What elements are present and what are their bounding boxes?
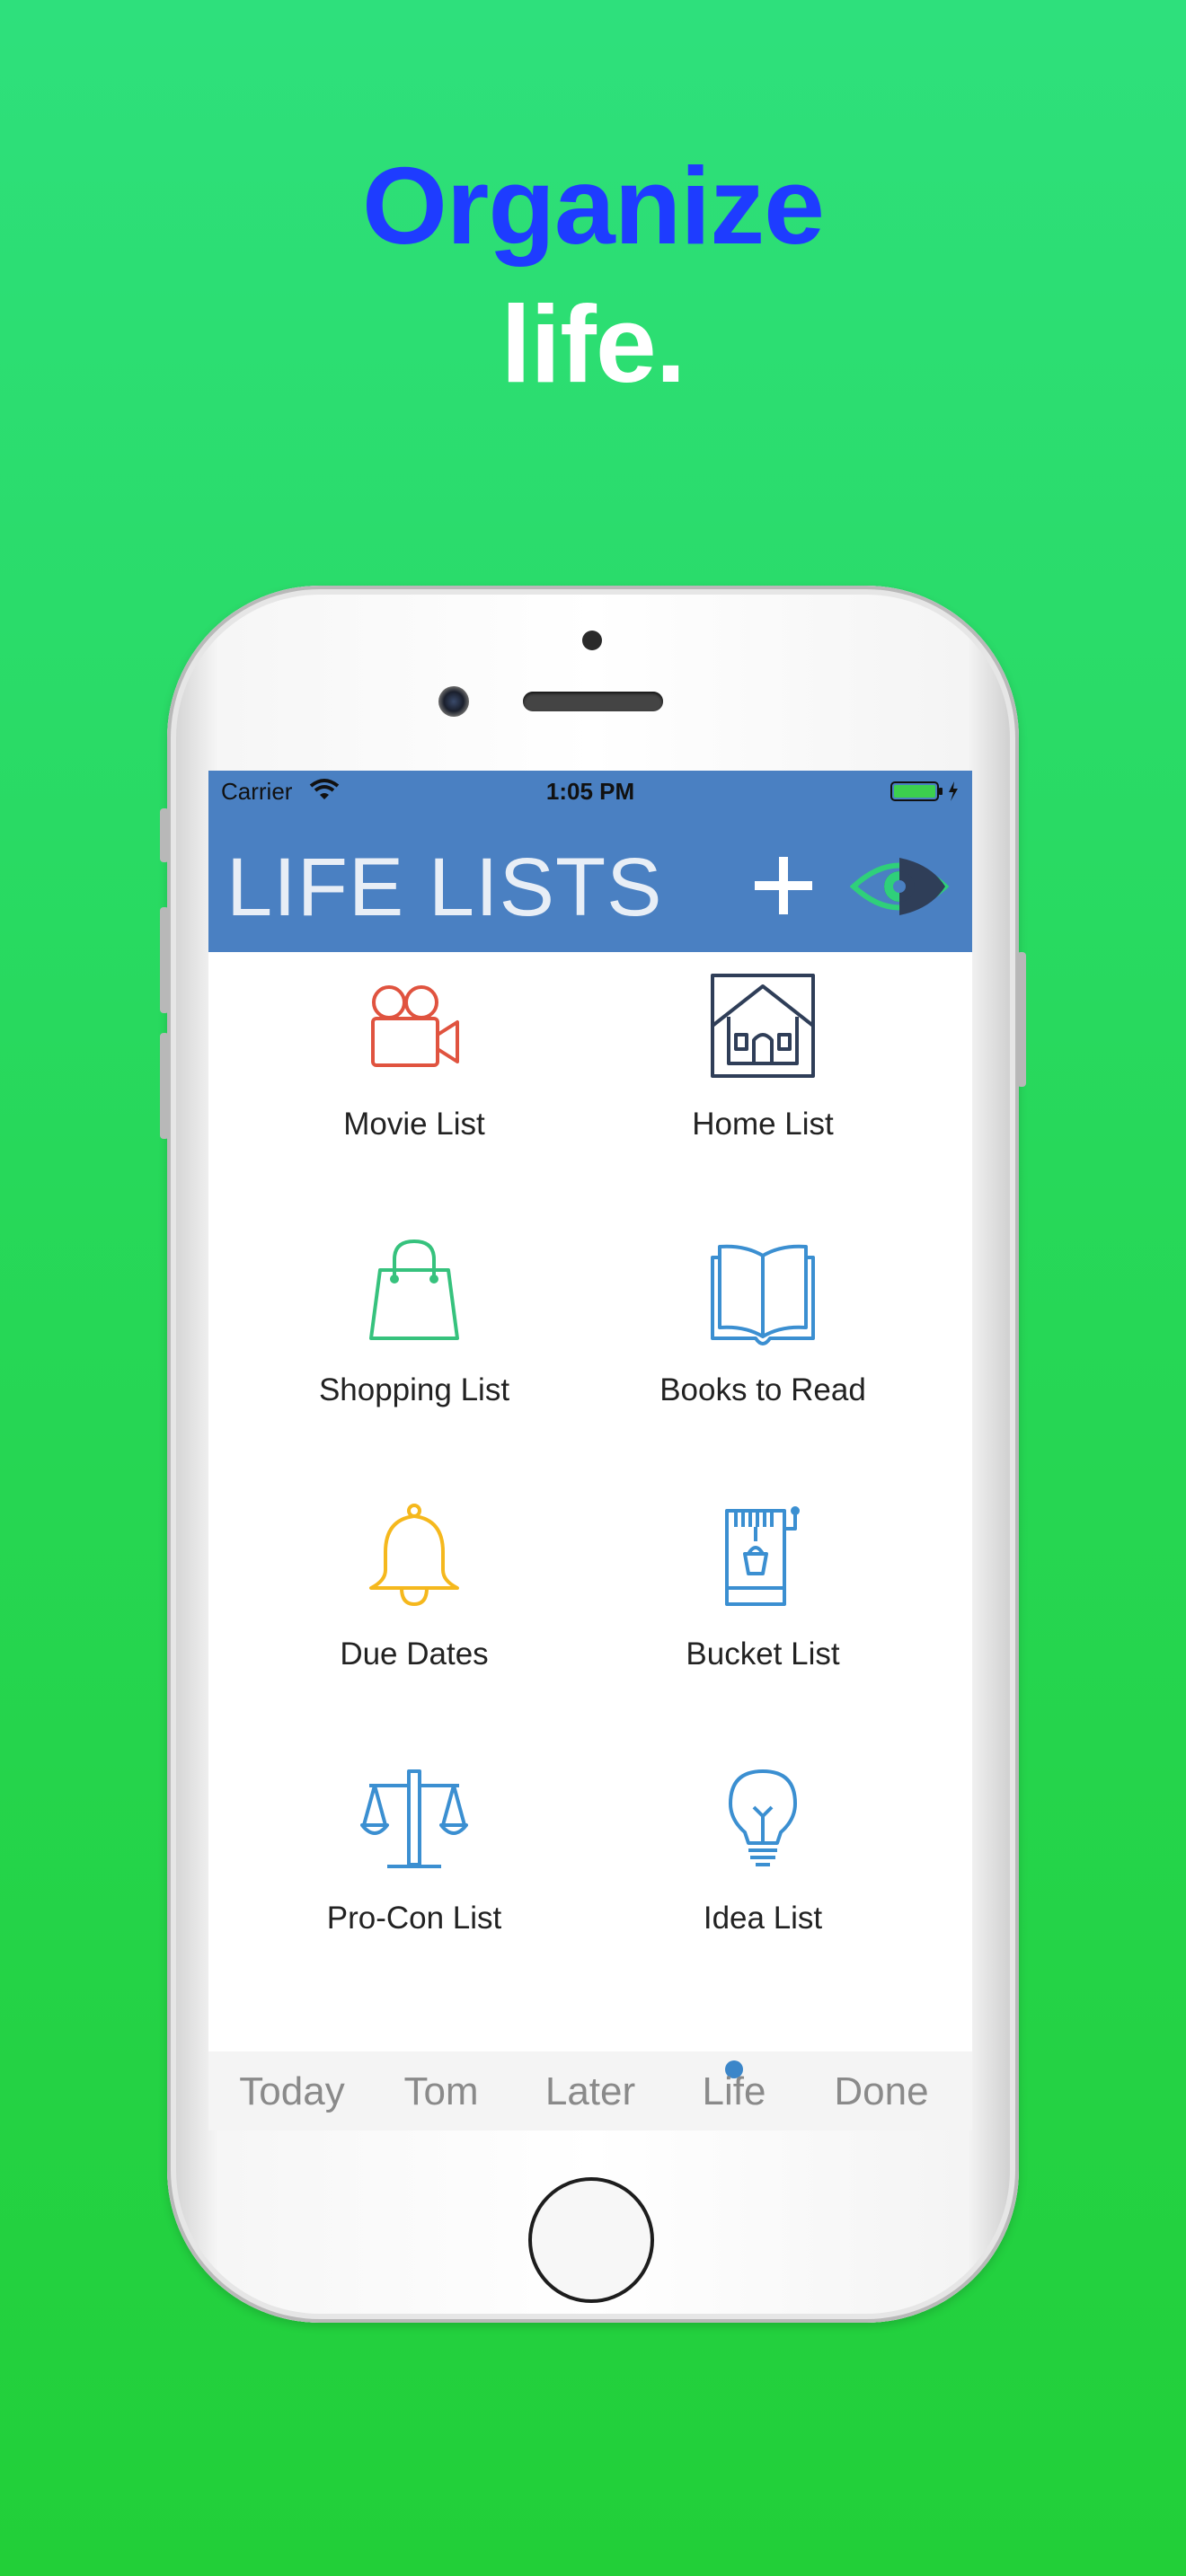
volume-down-button bbox=[160, 1033, 169, 1139]
tab-bar: Today Tom Later Life Done bbox=[208, 2051, 972, 2130]
lightbulb-icon bbox=[729, 1769, 797, 1866]
house-icon bbox=[711, 974, 815, 1078]
volume-up-button bbox=[160, 907, 169, 1013]
plus-icon[interactable] bbox=[748, 850, 819, 922]
home-button[interactable] bbox=[528, 2177, 654, 2303]
list-tile-shopping[interactable]: Shopping List bbox=[266, 1218, 562, 1442]
tab-done[interactable]: Done bbox=[805, 2069, 958, 2114]
earpiece-speaker bbox=[523, 692, 663, 711]
list-tile-bucket[interactable]: Bucket List bbox=[615, 1482, 911, 1707]
app-header: Carrier 1:05 PM LIFE LISTS bbox=[208, 771, 972, 952]
list-label: Bucket List bbox=[686, 1636, 840, 1672]
list-tile-books[interactable]: Books to Read bbox=[615, 1218, 911, 1442]
list-tile-idea[interactable]: Idea List bbox=[615, 1746, 911, 1971]
bell-icon bbox=[369, 1504, 459, 1606]
status-bar: Carrier 1:05 PM bbox=[208, 771, 972, 812]
power-button bbox=[1017, 952, 1026, 1087]
list-label: Idea List bbox=[703, 1901, 823, 1936]
list-label: Home List bbox=[692, 1107, 834, 1142]
open-book-icon bbox=[711, 1244, 815, 1345]
front-camera bbox=[438, 686, 469, 717]
movie-camera-icon bbox=[371, 985, 459, 1067]
proximity-sensor bbox=[582, 631, 602, 650]
status-time: 1:05 PM bbox=[545, 778, 635, 805]
battery-icon bbox=[890, 781, 958, 801]
list-label: Movie List bbox=[343, 1107, 485, 1142]
list-tile-due-dates[interactable]: Due Dates bbox=[266, 1482, 562, 1707]
tab-later[interactable]: Later bbox=[514, 2069, 667, 2114]
list-label: Pro-Con List bbox=[326, 1901, 502, 1936]
tab-life[interactable]: Life bbox=[658, 2069, 810, 2114]
tab-tom[interactable]: Tom bbox=[365, 2069, 518, 2114]
list-label: Shopping List bbox=[318, 1372, 510, 1407]
balance-scale-icon bbox=[360, 1769, 468, 1868]
list-label: Books to Read bbox=[659, 1372, 866, 1407]
eye-icon[interactable] bbox=[850, 853, 949, 920]
mute-switch bbox=[160, 808, 169, 862]
tab-today[interactable]: Today bbox=[216, 2069, 368, 2114]
list-tile-home[interactable]: Home List bbox=[615, 952, 911, 1177]
app-title: LIFE LISTS bbox=[226, 842, 663, 933]
shopping-bag-icon bbox=[369, 1239, 459, 1340]
app-screen: Carrier 1:05 PM LIFE LISTS Movie List Ho… bbox=[208, 771, 972, 2130]
list-tile-pro-con[interactable]: Pro-Con List bbox=[266, 1746, 562, 1971]
list-tile-movie[interactable]: Movie List bbox=[266, 952, 562, 1177]
headline-organize: Organize bbox=[361, 145, 825, 267]
wishing-well-icon bbox=[725, 1506, 800, 1606]
list-label: Due Dates bbox=[340, 1636, 489, 1672]
headline-life: life. bbox=[500, 283, 686, 405]
